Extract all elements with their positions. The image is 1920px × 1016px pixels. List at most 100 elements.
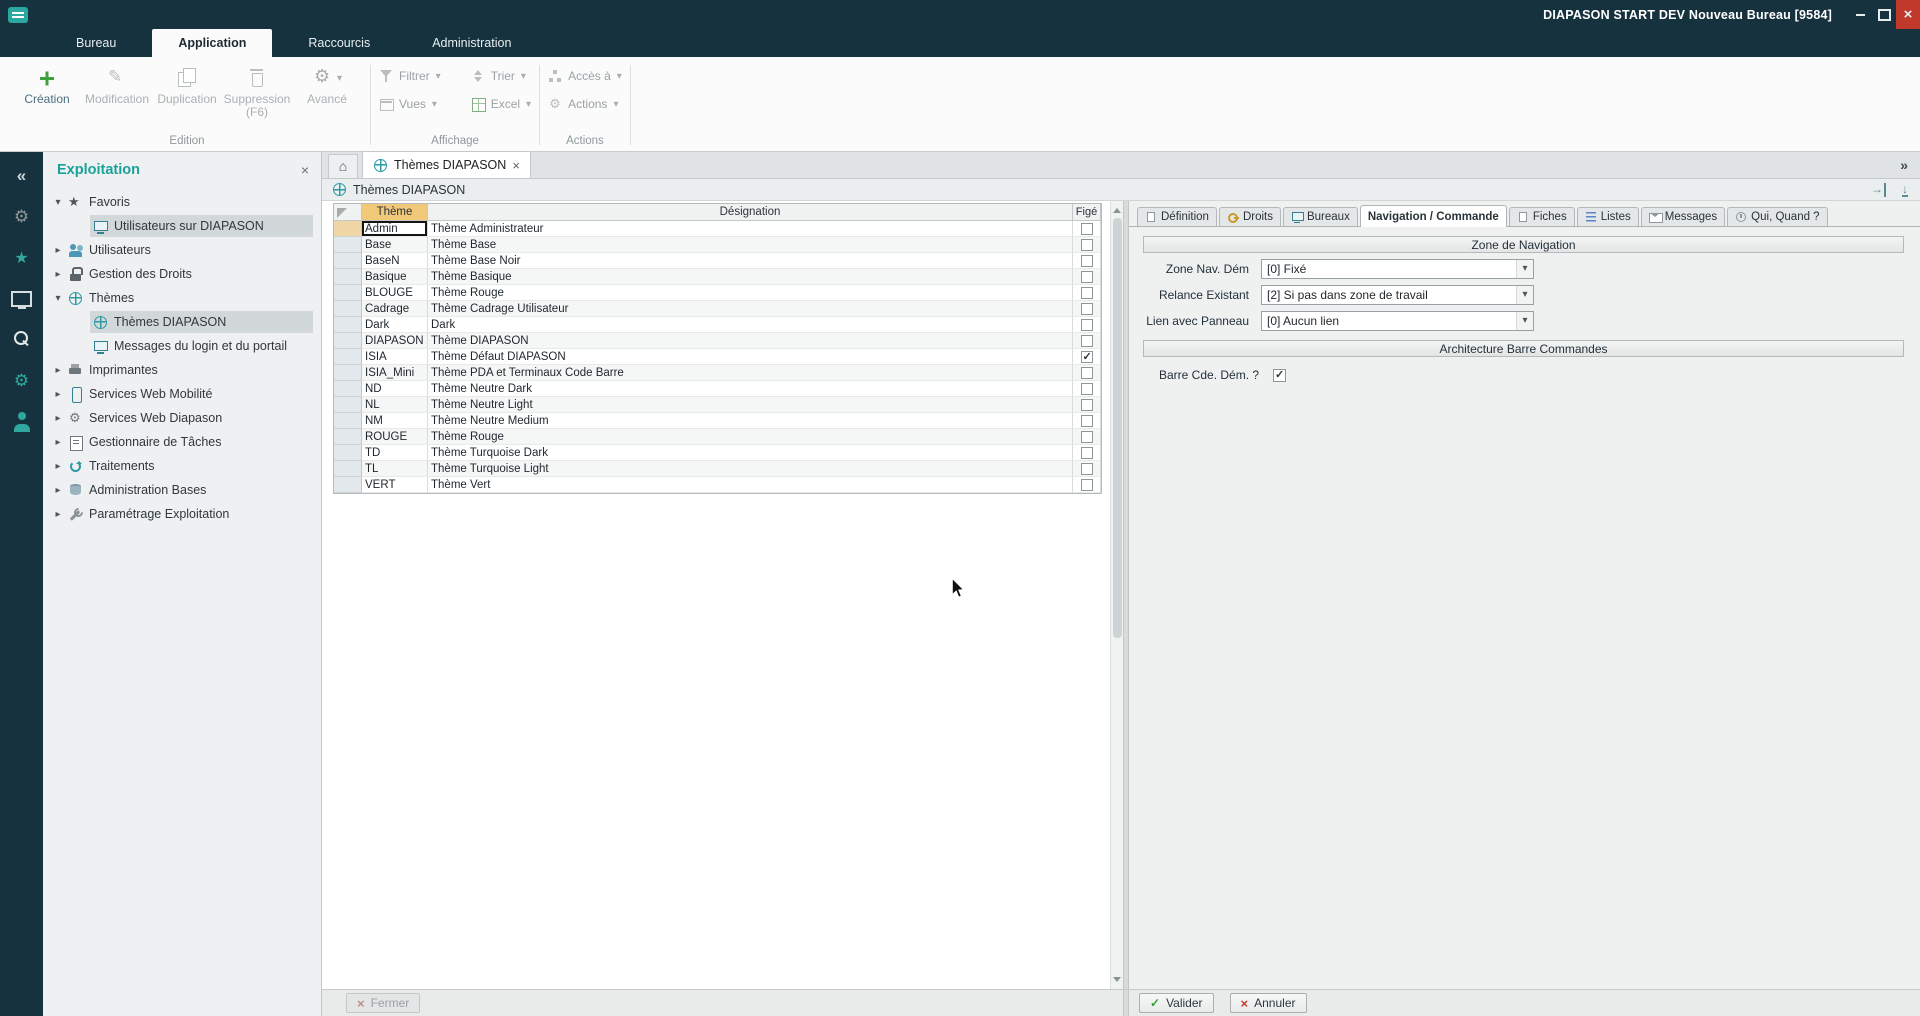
- suppression-button[interactable]: Suppression (F6): [222, 65, 292, 119]
- vues-button[interactable]: Vues: [379, 97, 441, 111]
- cell-theme[interactable]: NM: [362, 413, 428, 429]
- tree-item[interactable]: ▸ Administration Bases: [43, 478, 321, 502]
- row-selector[interactable]: [334, 365, 362, 381]
- rail-icon[interactable]: [10, 246, 34, 270]
- fige-checkbox[interactable]: [1081, 399, 1093, 411]
- tree-expander-icon[interactable]: ▸: [51, 413, 65, 424]
- fige-checkbox[interactable]: [1081, 223, 1093, 235]
- fige-checkbox[interactable]: [1081, 367, 1093, 379]
- cell-theme[interactable]: Base: [362, 237, 428, 253]
- row-selector[interactable]: [334, 445, 362, 461]
- cell-designation[interactable]: Thème DIAPASON: [428, 333, 1073, 349]
- menu-tab[interactable]: Administration: [406, 29, 537, 57]
- cell-theme[interactable]: ISIA: [362, 349, 428, 365]
- cell-theme[interactable]: ISIA_Mini: [362, 365, 428, 381]
- fige-checkbox[interactable]: [1081, 351, 1093, 363]
- cell-theme[interactable]: ND: [362, 381, 428, 397]
- rail-icon[interactable]: [10, 205, 34, 229]
- table-row[interactable]: DIAPASON Thème DIAPASON: [334, 333, 1101, 349]
- row-selector[interactable]: [334, 221, 362, 237]
- tree-item[interactable]: ▾ Favoris: [43, 190, 321, 214]
- cell-designation[interactable]: Thème Base: [428, 237, 1073, 253]
- window-control-icon[interactable]: [1896, 0, 1920, 29]
- tree-item[interactable]: ▸ Utilisateurs: [43, 238, 321, 262]
- cell-designation[interactable]: Thème Base Noir: [428, 253, 1073, 269]
- table-row[interactable]: NM Thème Neutre Medium: [334, 413, 1101, 429]
- row-selector[interactable]: [334, 429, 362, 445]
- cell-theme[interactable]: Dark: [362, 317, 428, 333]
- cell-theme[interactable]: Basique: [362, 269, 428, 285]
- valider-button[interactable]: Valider: [1139, 993, 1214, 1013]
- avance-button[interactable]: Avancé: [292, 65, 362, 106]
- cell-theme[interactable]: VERT: [362, 477, 428, 493]
- filtrer-button[interactable]: Filtrer: [379, 69, 441, 83]
- table-row[interactable]: TD Thème Turquoise Dark: [334, 445, 1101, 461]
- modification-button[interactable]: Modification: [82, 65, 152, 106]
- cell-theme[interactable]: DIAPASON: [362, 333, 428, 349]
- cell-designation[interactable]: Dark: [428, 317, 1073, 333]
- column-header-theme[interactable]: Thème: [362, 204, 428, 221]
- annuler-button[interactable]: Annuler: [1230, 993, 1307, 1013]
- cell-designation[interactable]: Thème Turquoise Light: [428, 461, 1073, 477]
- window-control-icon[interactable]: [1848, 0, 1872, 29]
- fige-checkbox[interactable]: [1081, 239, 1093, 251]
- row-selector[interactable]: [334, 269, 362, 285]
- close-tab-icon[interactable]: [512, 158, 520, 173]
- rail-icon[interactable]: [10, 328, 34, 352]
- cell-theme[interactable]: TD: [362, 445, 428, 461]
- fige-checkbox[interactable]: [1081, 287, 1093, 299]
- fige-checkbox[interactable]: [1081, 335, 1093, 347]
- cell-theme[interactable]: ROUGE: [362, 429, 428, 445]
- dropdown-field[interactable]: [2] Si pas dans zone de travail: [1261, 285, 1534, 305]
- fige-checkbox[interactable]: [1081, 479, 1093, 491]
- header-action-icon[interactable]: [1871, 183, 1886, 197]
- vertical-scrollbar[interactable]: [1110, 201, 1123, 989]
- row-selector[interactable]: [334, 477, 362, 493]
- excel-button[interactable]: Excel: [471, 97, 531, 111]
- tree-expander-icon[interactable]: ▸: [51, 269, 65, 280]
- cell-theme[interactable]: BLOUGE: [362, 285, 428, 301]
- cell-designation[interactable]: Thème Rouge: [428, 285, 1073, 301]
- cell-designation[interactable]: Thème Cadrage Utilisateur: [428, 301, 1073, 317]
- fige-checkbox[interactable]: [1081, 255, 1093, 267]
- rail-icon[interactable]: [10, 287, 34, 311]
- tree-expander-icon[interactable]: ▸: [51, 485, 65, 496]
- table-row[interactable]: ROUGE Thème Rouge: [334, 429, 1101, 445]
- row-selector[interactable]: [334, 317, 362, 333]
- row-selector[interactable]: [334, 301, 362, 317]
- row-selector[interactable]: [334, 381, 362, 397]
- table-row[interactable]: Cadrage Thème Cadrage Utilisateur: [334, 301, 1101, 317]
- row-selector[interactable]: [334, 397, 362, 413]
- menu-tab[interactable]: Bureau: [50, 29, 142, 57]
- cell-designation[interactable]: Thème Rouge: [428, 429, 1073, 445]
- select-all-header[interactable]: [334, 204, 362, 221]
- fige-checkbox[interactable]: [1081, 415, 1093, 427]
- detail-tab[interactable]: Fiches: [1509, 207, 1575, 226]
- dropdown-field[interactable]: [0] Aucun lien: [1261, 311, 1534, 331]
- window-control-icon[interactable]: [1872, 0, 1896, 29]
- cell-designation[interactable]: Thème Neutre Dark: [428, 381, 1073, 397]
- cell-designation[interactable]: Thème Neutre Light: [428, 397, 1073, 413]
- fige-checkbox[interactable]: [1081, 447, 1093, 459]
- tree-expander-icon[interactable]: ▸: [51, 461, 65, 472]
- column-header-designation[interactable]: Désignation: [428, 204, 1073, 221]
- detail-tab[interactable]: Navigation / Commande: [1360, 205, 1507, 227]
- document-tab-active[interactable]: Thèmes DIAPASON: [362, 151, 531, 178]
- tree-item[interactable]: ▸ Paramétrage Exploitation: [43, 502, 321, 526]
- fermer-button[interactable]: Fermer: [346, 993, 420, 1013]
- cell-designation[interactable]: Thème Défaut DIAPASON: [428, 349, 1073, 365]
- tree-expander-icon[interactable]: ▸: [51, 437, 65, 448]
- tree-item[interactable]: Messages du login et du portail: [43, 334, 321, 358]
- tree-item[interactable]: Utilisateurs sur DIAPASON: [43, 214, 321, 238]
- header-action-icon[interactable]: [1902, 183, 1908, 197]
- row-selector[interactable]: [334, 461, 362, 477]
- trier-button[interactable]: Trier: [471, 69, 531, 83]
- tree-expander-icon[interactable]: ▸: [51, 389, 65, 400]
- scrollbar-thumb[interactable]: [1113, 218, 1122, 638]
- table-row[interactable]: ND Thème Neutre Dark: [334, 381, 1101, 397]
- dropdown-field[interactable]: [0] Fixé: [1261, 259, 1534, 279]
- creation-button[interactable]: Création: [12, 65, 82, 106]
- tree-expander-icon[interactable]: ▸: [51, 245, 65, 256]
- fige-checkbox[interactable]: [1081, 431, 1093, 443]
- detail-tab[interactable]: Définition: [1137, 207, 1217, 226]
